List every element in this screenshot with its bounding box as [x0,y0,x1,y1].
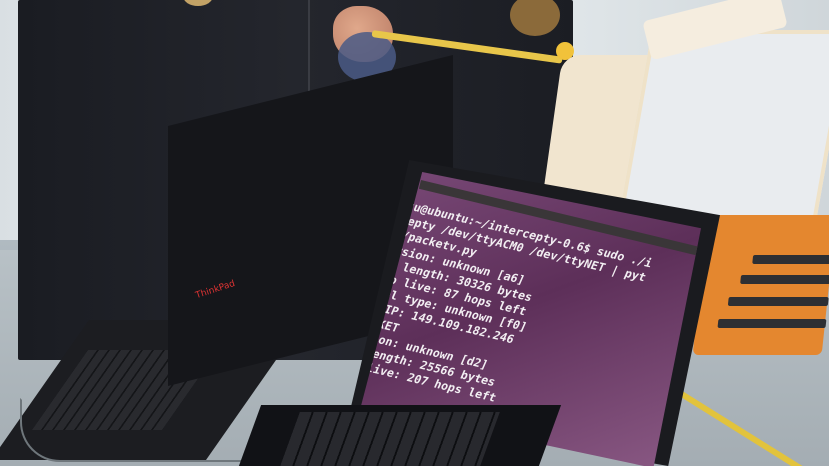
cabinet-hole [183,0,213,6]
terminal-output: ubuntu@ubuntu:~/intercepty-0.6$ sudo ./i… [361,192,694,437]
xylophone-bar [717,319,827,328]
cable [20,398,254,462]
right-laptop-keyboard [280,412,500,466]
xylophone-bar [752,255,829,264]
xylophone-bar [727,297,829,306]
photo-scene: ThinkPad ubuntu@ubuntu:~/intercepty-0.6$… [0,0,829,466]
xylophone-bar [740,275,829,284]
